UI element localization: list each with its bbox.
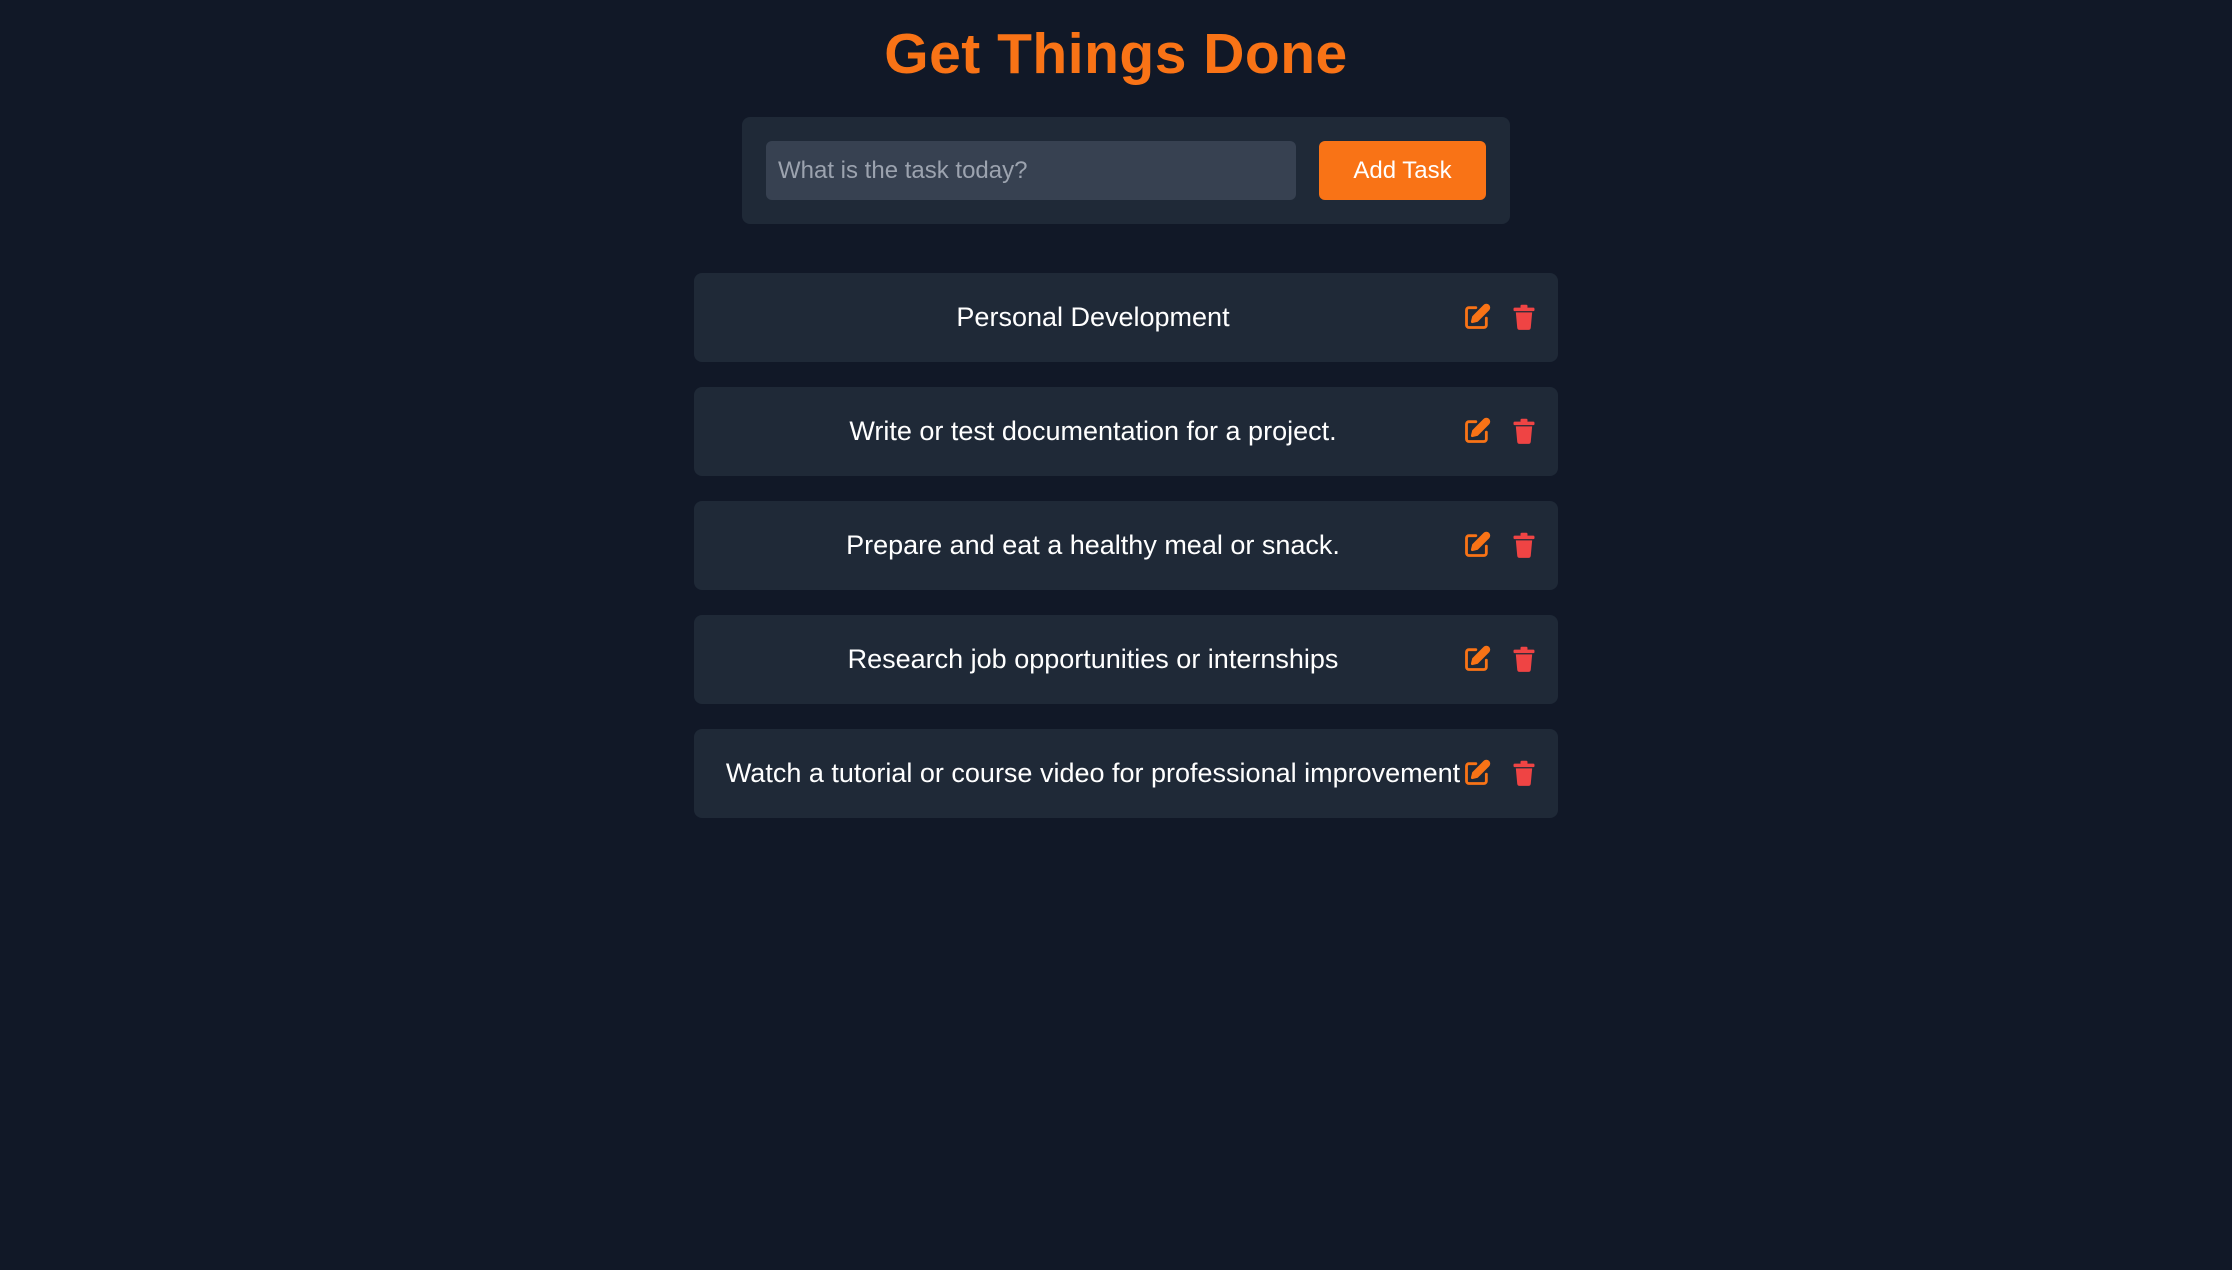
task-item: Write or test documentation for a projec… xyxy=(694,387,1558,476)
task-text[interactable]: Research job opportunities or internship… xyxy=(694,615,1492,704)
task-text[interactable]: Prepare and eat a healthy meal or snack. xyxy=(694,501,1492,590)
trash-icon[interactable] xyxy=(1510,303,1538,331)
task-item: Prepare and eat a healthy meal or snack. xyxy=(694,501,1558,590)
trash-icon[interactable] xyxy=(1510,417,1538,445)
task-text[interactable]: Watch a tutorial or course video for pro… xyxy=(694,729,1492,818)
edit-icon[interactable] xyxy=(1463,303,1491,331)
task-item: Watch a tutorial or course video for pro… xyxy=(694,729,1558,818)
page-title: Get Things Done xyxy=(884,22,1348,86)
edit-icon[interactable] xyxy=(1463,645,1491,673)
task-text[interactable]: Personal Development xyxy=(694,273,1492,362)
edit-icon[interactable] xyxy=(1463,417,1491,445)
trash-icon[interactable] xyxy=(1510,759,1538,787)
trash-icon[interactable] xyxy=(1510,531,1538,559)
add-task-button[interactable]: Add Task xyxy=(1319,141,1486,200)
task-item: Research job opportunities or internship… xyxy=(694,615,1558,704)
todo-app: Get Things Done Add Task Personal Develo… xyxy=(0,0,2232,1270)
add-task-form: Add Task xyxy=(742,117,1510,224)
edit-icon[interactable] xyxy=(1463,531,1491,559)
edit-icon[interactable] xyxy=(1463,759,1491,787)
trash-icon[interactable] xyxy=(1510,645,1538,673)
task-item: Personal Development xyxy=(694,273,1558,362)
task-list: Personal Development Write or test docum… xyxy=(694,273,1558,843)
task-text[interactable]: Write or test documentation for a projec… xyxy=(694,387,1492,476)
task-input[interactable] xyxy=(766,141,1296,200)
